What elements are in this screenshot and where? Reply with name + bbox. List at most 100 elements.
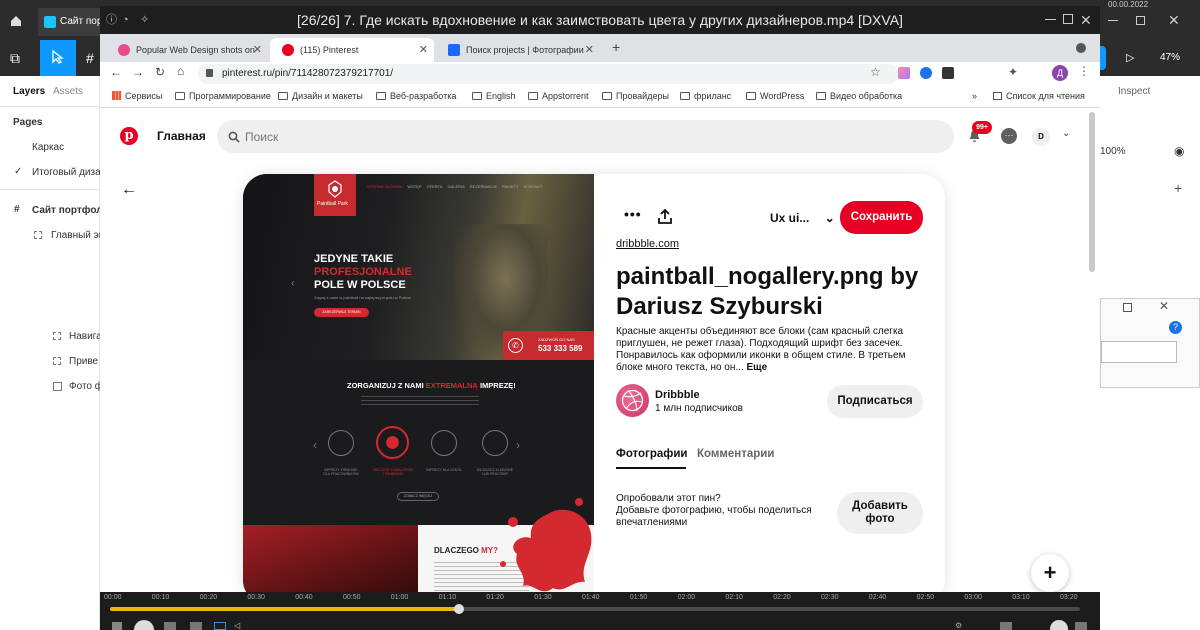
back-icon[interactable]: ← <box>110 65 122 79</box>
star-icon[interactable]: ☆ <box>870 65 881 79</box>
bookmark-folder[interactable]: фриланс <box>680 91 731 101</box>
player-minimize-icon[interactable] <box>1045 19 1056 20</box>
bookmark-folder[interactable]: English <box>472 91 516 101</box>
dialog-maximize-icon[interactable] <box>1123 303 1132 312</box>
tab-photos[interactable]: Фотографии <box>616 448 687 460</box>
stop-icon[interactable] <box>112 622 122 630</box>
bookmark-folder[interactable]: Appstorrent <box>528 91 589 101</box>
tab-behance[interactable]: Поиск projects | Фотографии ✕ <box>436 38 600 62</box>
extension-icon[interactable] <box>942 67 954 79</box>
more-link[interactable]: Еще <box>747 362 768 373</box>
player-close-icon[interactable]: ✕ <box>1080 6 1092 34</box>
pin-image[interactable]: Paintball Park STRONA GŁÓWNA WSTĘP OFERTA G… <box>243 174 594 592</box>
figma-menu-icon[interactable]: ⧉ <box>10 50 20 67</box>
figma-minimize-icon[interactable] <box>1108 20 1118 21</box>
subtitles-icon[interactable] <box>214 622 226 630</box>
bookmark-folder[interactable]: Программирование <box>175 91 271 101</box>
reading-list[interactable]: Список для чтения <box>993 91 1085 101</box>
bookmark-folder[interactable]: Видео обработка <box>816 91 902 101</box>
frame-tool-icon[interactable]: # <box>86 50 94 66</box>
move-tool-button[interactable] <box>40 40 76 76</box>
more-options-icon[interactable]: ••• <box>624 206 642 222</box>
playlist-icon[interactable] <box>1000 622 1012 630</box>
add-pin-button[interactable]: + <box>1031 554 1069 592</box>
home-icon[interactable] <box>10 14 22 26</box>
inspect-tab[interactable]: Inspect <box>1118 86 1150 97</box>
volume-icon[interactable]: ◁ <box>234 621 240 630</box>
author-avatar[interactable] <box>616 384 649 417</box>
user-avatar[interactable]: D <box>1032 128 1050 146</box>
url-field[interactable]: pinterest.ru/pin/711428072379217701/ <box>198 64 898 84</box>
player-maximize-icon[interactable] <box>1063 14 1073 24</box>
pinterest-logo-icon[interactable]: p <box>120 127 138 145</box>
tab-search-icon[interactable] <box>1076 43 1086 53</box>
layer-item[interactable]: Приве <box>69 356 98 367</box>
bookmark-folder[interactable]: Дизайн и макеты <box>278 91 363 101</box>
share-icon[interactable] <box>658 209 672 224</box>
layer-item[interactable]: Главный эк <box>51 230 103 241</box>
layer-item[interactable]: Сайт портфоли <box>32 205 109 216</box>
bookmark-apps[interactable]: Сервисы <box>112 91 162 101</box>
layer-item[interactable]: Навига <box>69 331 102 342</box>
forward-icon[interactable]: → <box>132 65 144 79</box>
source-link[interactable]: dribbble.com <box>616 238 679 250</box>
figma-restore-icon[interactable] <box>1136 16 1145 25</box>
prev-icon[interactable] <box>164 622 176 630</box>
puzzle-icon[interactable]: ✦ <box>1008 65 1018 79</box>
reload-icon[interactable]: ↻ <box>155 65 165 79</box>
zoom-level[interactable]: 47% <box>1160 52 1180 63</box>
page-item[interactable]: Итоговый дизай <box>32 167 106 178</box>
bookmarks-overflow-icon[interactable]: » <box>972 91 977 101</box>
close-icon[interactable]: ✕ <box>419 38 428 62</box>
opacity-value[interactable]: 100% <box>1100 146 1126 157</box>
next-icon[interactable] <box>190 622 202 630</box>
tab-pinterest[interactable]: (115) Pinterest ✕ <box>270 38 434 62</box>
figma-close-icon[interactable]: ✕ <box>1168 12 1180 29</box>
tab-dribbble[interactable]: Popular Web Design shots on ✕ <box>106 38 268 62</box>
page-scrollbar[interactable] <box>1089 112 1095 272</box>
layers-tab[interactable]: Layers <box>13 86 45 97</box>
dialog-field[interactable] <box>1101 341 1177 363</box>
bookmark-folder[interactable]: Веб-разработка <box>376 91 456 101</box>
home-icon[interactable]: ⌂ <box>177 64 184 78</box>
search-bar[interactable]: Поиск <box>217 120 954 153</box>
save-button[interactable]: Сохранить <box>840 201 923 234</box>
dialog-close-icon[interactable]: ✕ <box>1159 299 1169 313</box>
extension-icon[interactable] <box>898 67 910 79</box>
add-icon[interactable]: + <box>1174 180 1182 196</box>
timeline-handle[interactable] <box>454 604 465 614</box>
author-name[interactable]: Dribbble <box>655 389 700 401</box>
nav-home[interactable]: Главная <box>157 129 206 143</box>
add-photo-button[interactable]: Добавить фото <box>837 492 923 534</box>
bookmark-folder[interactable]: Провайдеры <box>602 91 669 101</box>
extension-icon[interactable] <box>920 67 932 79</box>
pin-icon[interactable]: ✧ <box>140 6 149 34</box>
follow-button[interactable]: Подписаться <box>827 385 923 418</box>
close-player-icon[interactable] <box>1075 622 1087 630</box>
tab-comments[interactable]: Комментарии <box>697 448 774 460</box>
history-icon[interactable]: ◔ <box>122 6 129 34</box>
messages-icon[interactable]: ··· <box>1001 128 1017 144</box>
bookmark-folder[interactable]: WordPress <box>746 91 804 101</box>
new-tab-icon[interactable]: + <box>612 39 620 55</box>
figma-file-tab[interactable]: Сайт порт <box>38 8 107 36</box>
profile-avatar[interactable]: Д <box>1052 65 1068 81</box>
share-button[interactable] <box>1100 46 1106 70</box>
pause-icon[interactable] <box>134 620 154 630</box>
eye-icon[interactable]: ◉ <box>1174 144 1184 158</box>
help-icon[interactable]: ? <box>1169 321 1182 334</box>
close-icon[interactable]: ✕ <box>253 38 262 62</box>
close-icon[interactable]: ✕ <box>585 38 594 62</box>
present-button[interactable]: ▷ <box>1126 51 1134 64</box>
timeline-track[interactable] <box>110 607 1080 611</box>
menu-icon[interactable]: ⋮ <box>1078 64 1090 78</box>
chevron-down-icon[interactable]: ⌄ <box>1062 128 1070 139</box>
board-selector[interactable]: Ux ui... ⌄ <box>770 211 835 225</box>
back-arrow-icon[interactable]: ← <box>121 181 137 199</box>
layer-item[interactable]: Фото ф <box>69 381 103 392</box>
page-item[interactable]: Каркас <box>32 142 64 153</box>
assets-tab[interactable]: Assets <box>53 86 83 97</box>
help-icon[interactable]: ⓘ <box>106 6 117 34</box>
fullscreen-icon[interactable] <box>1050 620 1068 630</box>
settings-icon[interactable]: ⚙ <box>955 621 962 630</box>
